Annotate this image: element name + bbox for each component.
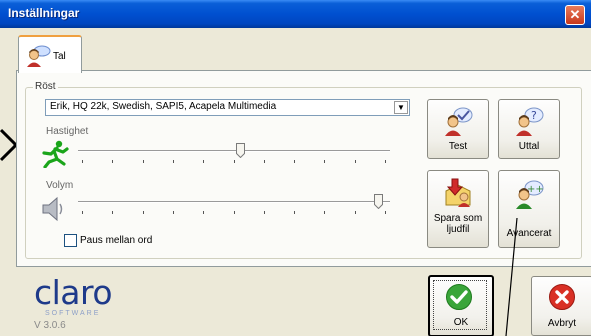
pause-checkbox[interactable] (64, 234, 77, 247)
logo-subtitle: SOFTWARE (45, 310, 101, 317)
slider-tick (112, 211, 113, 214)
speed-slider-track[interactable] (78, 150, 390, 152)
test-button-label: Test (448, 141, 468, 152)
slider-tick (234, 211, 235, 214)
slider-tick (173, 211, 174, 214)
red-x-icon (548, 283, 576, 316)
save-audio-label-line1: Spara som (433, 213, 483, 224)
pause-checkbox-label: Paus mellan ord (80, 235, 153, 246)
chevron-down-icon[interactable]: ▼ (394, 101, 408, 114)
voice-group-label: Röst (33, 81, 58, 92)
voice-selected: Erik, HQ 22k, Swedish, SAPI5, Acapela Mu… (50, 101, 277, 112)
cancel-button-label: Avbryt (547, 318, 577, 329)
slider-tick (355, 211, 356, 214)
ok-button[interactable]: OK (428, 275, 494, 336)
slider-tick (234, 160, 235, 163)
person-check-icon (442, 106, 474, 141)
volume-slider-track[interactable] (78, 201, 390, 203)
slider-tick (203, 160, 204, 163)
slider-tick (264, 211, 265, 214)
person-question-icon: ? (513, 106, 545, 141)
speaker-icon (40, 196, 68, 227)
annotation-pointer-line (502, 217, 522, 336)
slider-tick (82, 160, 83, 163)
svg-text:?: ? (531, 109, 537, 122)
slider-tick (173, 160, 174, 163)
slider-tick (143, 160, 144, 163)
save-audio-button[interactable]: Spara som ljudfil (427, 170, 489, 248)
tab-tal[interactable]: Tal (18, 35, 82, 73)
slider-tick (264, 160, 265, 163)
uttal-button[interactable]: ? Uttal (498, 99, 560, 159)
green-check-icon (445, 283, 473, 316)
title-bar[interactable]: Inställningar ✕ (0, 0, 591, 28)
settings-window: Inställningar ✕ Tal Röst Erik, HQ 22k, S… (0, 0, 591, 336)
test-button[interactable]: Test (427, 99, 489, 159)
speed-slider-ticks (82, 160, 386, 164)
window-title: Inställningar (8, 6, 80, 20)
speed-slider-thumb[interactable] (236, 143, 246, 159)
slider-tick (385, 211, 386, 214)
annotation-arrow-icon (0, 128, 17, 167)
svg-text:++: ++ (527, 184, 544, 195)
volume-slider-ticks (82, 211, 386, 215)
slider-tick (112, 160, 113, 163)
version-label: V 3.0.6 (34, 320, 66, 331)
voice-dropdown[interactable]: Erik, HQ 22k, Swedish, SAPI5, Acapela Mu… (45, 99, 410, 116)
slider-tick (324, 160, 325, 163)
tab-label: Tal (53, 51, 66, 62)
volume-label: Volym (46, 180, 74, 191)
slider-tick (324, 211, 325, 214)
close-button[interactable]: ✕ (565, 5, 585, 25)
speed-label: Hastighet (46, 126, 89, 137)
slider-tick (385, 160, 386, 163)
ok-button-label: OK (453, 317, 469, 328)
person-plus-icon: ++ (513, 179, 545, 214)
slider-tick (143, 211, 144, 214)
cancel-button[interactable]: Avbryt (531, 276, 591, 336)
claro-logo: claro (34, 273, 113, 312)
save-audio-label-line2: ljudfil (446, 224, 470, 235)
slider-tick (82, 211, 83, 214)
running-man-icon (40, 140, 70, 173)
save-audio-icon (442, 177, 474, 214)
slider-tick (203, 211, 204, 214)
slider-tick (355, 160, 356, 163)
person-speech-icon (25, 45, 51, 72)
volume-slider-thumb[interactable] (373, 194, 383, 210)
uttal-button-label: Uttal (518, 141, 540, 152)
slider-tick (294, 160, 295, 163)
slider-tick (294, 211, 295, 214)
